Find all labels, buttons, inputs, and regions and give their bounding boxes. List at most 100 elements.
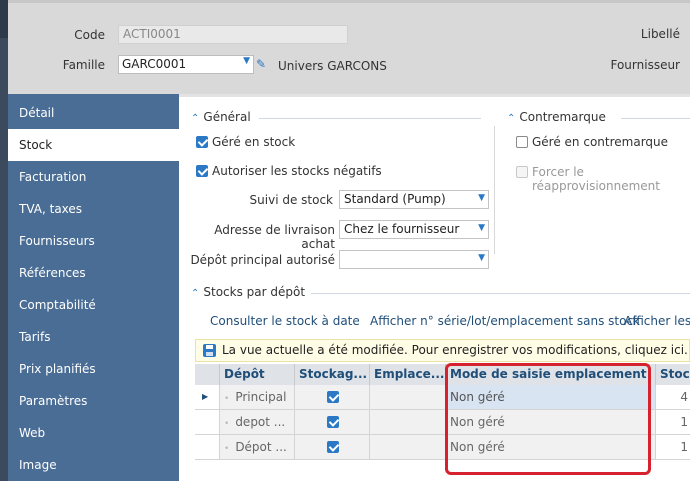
stock-panel: ⌃ Général Géré en stock Autoriser les sto… <box>179 94 690 481</box>
emplacement-cell[interactable] <box>370 385 446 410</box>
grid-header-stock[interactable]: Stoc <box>656 364 690 385</box>
adresse-livraison-label: Adresse de livraison achat <box>214 223 335 251</box>
row-pointer-icon: ▶ <box>202 392 209 401</box>
depot-principal-select[interactable]: ▼ <box>339 250 489 269</box>
left-edge-strip <box>0 0 8 481</box>
emplacement-cell[interactable] <box>370 435 446 460</box>
depot-cell[interactable]: • depot ... <box>220 410 295 435</box>
sidebar-nav: Détail Stock Facturation TVA, taxes Four… <box>8 94 179 481</box>
row-selector[interactable] <box>195 435 220 460</box>
sidebar-item-stock[interactable]: Stock <box>8 129 179 161</box>
autoriser-negatifs-checkbox[interactable] <box>196 165 208 177</box>
depot-principal-label: Dépôt principal autorisé <box>190 253 335 267</box>
section-contremarque-header[interactable]: ⌃ Contremarque <box>507 110 606 124</box>
sidebar-item-detail[interactable]: Détail <box>8 94 179 129</box>
section-contremarque-title: Contremarque <box>519 110 606 124</box>
depot-cell[interactable]: • Dépot ... <box>220 435 295 460</box>
mode-saisie-cell[interactable]: Non géré <box>446 385 656 410</box>
mode-saisie-cell[interactable]: Non géré <box>446 410 656 435</box>
row-selector[interactable]: ▶ <box>195 385 220 410</box>
gere-contremarque-checkbox[interactable] <box>516 136 528 148</box>
row-selector[interactable] <box>195 410 220 435</box>
grid-header-depot[interactable]: Dépôt <box>220 364 295 385</box>
grid-header-stockage[interactable]: Stockag... <box>295 364 370 385</box>
column-divider <box>494 126 495 254</box>
collapse-chevron-icon[interactable]: ⌃ <box>191 288 199 299</box>
gere-contremarque-label: Géré en contremarque <box>532 135 669 149</box>
grid-header-indicator <box>195 364 220 385</box>
section-stocks-depot-title: Stocks par dépôt <box>203 285 306 299</box>
famille-field[interactable]: GARC0001 ▼ <box>118 55 254 74</box>
adresse-livraison-value: Chez le fournisseur <box>344 222 460 236</box>
panel-top-border <box>179 94 690 97</box>
mode-saisie-cell[interactable]: Non géré <box>446 435 656 460</box>
stockage-checkbox[interactable] <box>327 416 339 428</box>
section-divider <box>621 118 690 119</box>
depot-value: Principal <box>235 390 287 404</box>
fournisseur-label: Fournisseur <box>610 58 680 72</box>
row-dot-icon: • <box>224 444 230 454</box>
stockage-cell[interactable] <box>295 385 370 410</box>
stockage-cell[interactable] <box>295 435 370 460</box>
sidebar-item-tva-taxes[interactable]: TVA, taxes <box>8 193 179 225</box>
adresse-livraison-select[interactable]: Chez le fournisseur ▼ <box>339 220 489 239</box>
afficher-serie-lot-link[interactable]: Afficher n° série/lot/emplacement sans s… <box>370 314 640 328</box>
stock-cell[interactable]: 4 <box>656 385 690 410</box>
section-divider <box>311 293 690 294</box>
collapse-chevron-icon[interactable]: ⌃ <box>507 113 515 124</box>
sidebar-item-prix-planifies[interactable]: Prix planifiés <box>8 353 179 385</box>
famille-description: Univers GARCONS <box>278 59 387 73</box>
left-edge-strip-top <box>0 0 8 38</box>
collapse-chevron-icon[interactable]: ⌃ <box>191 113 199 124</box>
record-header: Code ACTI0001 Famille GARC0001 ▼ ✎ Unive… <box>8 0 690 94</box>
depot-value: Dépot ... <box>235 440 287 454</box>
gere-en-stock-label: Géré en stock <box>212 135 296 149</box>
section-stocks-depot-header[interactable]: ⌃ Stocks par dépôt <box>191 285 305 299</box>
chevron-down-icon[interactable]: ▼ <box>478 223 485 233</box>
suivi-stock-select[interactable]: Standard (Pump) ▼ <box>339 190 489 209</box>
stock-cell[interactable]: 1 <box>656 435 690 460</box>
view-modified-text: La vue actuelle a été modifiée. Pour enr… <box>222 343 688 357</box>
stockage-cell[interactable] <box>295 410 370 435</box>
sidebar-item-parametres[interactable]: Paramètres <box>8 385 179 417</box>
view-modified-notice[interactable]: La vue actuelle a été modifiée. Pour enr… <box>195 339 690 362</box>
chevron-down-icon[interactable]: ▼ <box>478 253 485 263</box>
famille-label: Famille <box>62 58 105 72</box>
suivi-stock-value: Standard (Pump) <box>344 192 446 206</box>
code-field: ACTI0001 <box>118 25 348 44</box>
sidebar-item-references[interactable]: Références <box>8 257 179 289</box>
chevron-down-icon[interactable]: ▼ <box>478 193 485 203</box>
pencil-icon[interactable]: ✎ <box>256 57 268 71</box>
save-icon[interactable] <box>203 344 216 357</box>
afficher-more-link[interactable]: Afficher les e <box>624 314 690 328</box>
suivi-stock-label: Suivi de stock <box>249 193 333 207</box>
stockage-checkbox[interactable] <box>327 441 339 453</box>
stockage-checkbox[interactable] <box>327 391 339 403</box>
row-dot-icon: • <box>224 419 230 429</box>
sidebar-item-fournisseurs[interactable]: Fournisseurs <box>8 225 179 257</box>
sidebar-item-image[interactable]: Image <box>8 449 179 481</box>
section-general-title: Général <box>203 110 251 124</box>
sidebar-item-web[interactable]: Web <box>8 417 179 449</box>
section-divider <box>259 118 481 119</box>
row-dot-icon: • <box>224 394 230 404</box>
depot-cell[interactable]: • Principal <box>220 385 295 410</box>
famille-value: GARC0001 <box>122 57 187 71</box>
autoriser-negatifs-label: Autoriser les stocks négatifs <box>212 164 382 178</box>
chevron-down-icon[interactable]: ▼ <box>243 56 250 66</box>
code-label: Code <box>74 28 105 42</box>
forcer-reappro-label: Forcer le réapprovisionnement <box>532 165 660 193</box>
emplacement-cell[interactable] <box>370 410 446 435</box>
depot-value: depot ... <box>235 415 286 429</box>
libelle-label: Libellé <box>640 27 680 41</box>
grid-header-emplacement[interactable]: Emplace... <box>370 364 446 385</box>
section-general-header[interactable]: ⌃ Général <box>191 110 251 124</box>
gere-en-stock-checkbox[interactable] <box>196 136 208 148</box>
sidebar-item-comptabilite[interactable]: Comptabilité <box>8 289 179 321</box>
stock-cell[interactable]: 1 <box>656 410 690 435</box>
sidebar-item-tarifs[interactable]: Tarifs <box>8 321 179 353</box>
sidebar-item-facturation[interactable]: Facturation <box>8 161 179 193</box>
forcer-reappro-checkbox[interactable] <box>516 166 528 178</box>
consulter-stock-link[interactable]: Consulter le stock à date <box>210 314 360 328</box>
grid-header-mode-saisie[interactable]: Mode de saisie emplacement <box>446 364 656 385</box>
